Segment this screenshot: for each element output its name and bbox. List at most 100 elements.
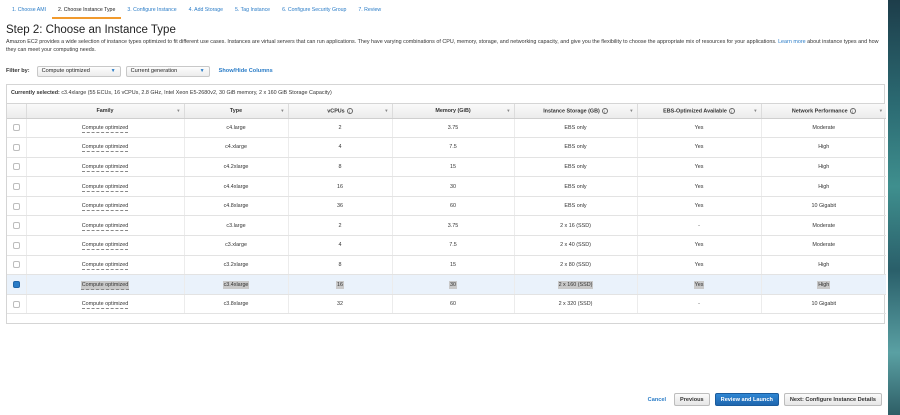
cell-memory: 3.75 bbox=[391, 215, 514, 237]
wizard-tab-choose-ami[interactable]: 1. Choose AMI bbox=[6, 4, 52, 17]
cell-family: Compute optimized bbox=[25, 157, 184, 178]
header-vcpus[interactable]: vCPUs i ▾ bbox=[287, 104, 392, 119]
wizard-tab-configure-security-group[interactable]: 6. Configure Security Group bbox=[276, 4, 352, 17]
memory-value: 7.5 bbox=[449, 242, 457, 249]
row-select-cell bbox=[7, 215, 26, 237]
network-value[interactable]: High bbox=[818, 262, 829, 268]
family-value[interactable]: Compute optimized bbox=[81, 261, 129, 270]
table-row[interactable]: Compute optimized c4.4xlarge 16 30 EBS only Y… bbox=[7, 176, 886, 197]
row-select-cell bbox=[7, 176, 26, 197]
filter-label: Filter by: bbox=[6, 68, 30, 74]
header-type[interactable]: Type ▾ bbox=[183, 104, 288, 119]
next-configure-instance-details-button[interactable]: Next: Configure Instance Details bbox=[783, 393, 882, 406]
table-row[interactable]: Compute optimized c3.4xlarge 16 30 2 x 160 (… bbox=[7, 274, 886, 295]
ebs-value: Yes bbox=[694, 124, 704, 131]
header-storage[interactable]: Instance Storage (GB) i ▾ bbox=[513, 104, 637, 119]
vcpus-value: 8 bbox=[338, 261, 342, 268]
network-value[interactable]: Moderate bbox=[812, 223, 835, 229]
show-hide-columns-link[interactable]: Show/Hide Columns bbox=[219, 68, 273, 74]
learn-more-link[interactable]: Learn more bbox=[778, 39, 806, 45]
memory-value: 15 bbox=[450, 261, 456, 268]
family-value[interactable]: Compute optimized bbox=[81, 203, 129, 212]
family-value[interactable]: Compute optimized bbox=[81, 242, 129, 251]
row-select-checkbox[interactable] bbox=[12, 163, 20, 171]
info-icon[interactable]: i bbox=[849, 107, 856, 114]
row-select-checkbox[interactable] bbox=[12, 202, 20, 210]
page-description: Amazon EC2 provides a wide selection of … bbox=[6, 38, 886, 54]
sort-icon: ▾ bbox=[507, 108, 510, 113]
header-memory[interactable]: Memory (GiB) ▾ bbox=[391, 104, 514, 119]
table-row[interactable]: Compute optimized c3.8xlarge 32 60 2 x 320 (… bbox=[7, 294, 886, 315]
row-select-checkbox[interactable] bbox=[12, 241, 20, 249]
chevron-down-icon: ▼ bbox=[110, 68, 116, 74]
table-row[interactable]: Compute optimized c3.large 2 3.75 2 x 16 (SS… bbox=[7, 215, 886, 237]
memory-value: 60 bbox=[450, 301, 456, 308]
family-value[interactable]: Compute optimized bbox=[81, 144, 129, 153]
type-value: c4.large bbox=[226, 124, 246, 131]
review-and-launch-button[interactable]: Review and Launch bbox=[714, 393, 779, 406]
cell-ebs: - bbox=[636, 294, 761, 315]
cell-memory: 7.5 bbox=[391, 235, 514, 256]
previous-button[interactable]: Previous bbox=[674, 393, 710, 406]
row-select-checkbox[interactable] bbox=[12, 261, 20, 269]
row-select-checkbox[interactable] bbox=[12, 124, 20, 132]
family-value[interactable]: Compute optimized bbox=[81, 124, 129, 133]
vcpus-value: 2 bbox=[338, 222, 342, 229]
table-row[interactable]: Compute optimized c4.2xlarge 8 15 EBS only Ye… bbox=[7, 157, 886, 178]
family-value[interactable]: Compute optimized bbox=[81, 183, 129, 192]
wizard-tab-configure-instance[interactable]: 3. Configure Instance bbox=[121, 4, 182, 17]
cell-storage: 2 x 80 (SSD) bbox=[513, 255, 637, 276]
type-value: c3.4xlarge bbox=[222, 280, 250, 289]
row-select-checkbox[interactable] bbox=[12, 300, 20, 308]
network-value[interactable]: High bbox=[818, 164, 829, 170]
info-icon[interactable]: i bbox=[728, 107, 735, 114]
generation-filter-select[interactable]: Current generation ▼ bbox=[125, 65, 210, 77]
wizard-tab-tag-instance[interactable]: 5. Tag Instance bbox=[229, 4, 276, 17]
wizard-tab-choose-instance-type[interactable]: 2. Choose Instance Type bbox=[52, 4, 122, 19]
wizard-tab-review[interactable]: 7. Review bbox=[352, 4, 387, 17]
cell-type: c3.xlarge bbox=[183, 235, 288, 256]
cell-ebs: Yes bbox=[636, 176, 761, 197]
cell-memory: 30 bbox=[391, 274, 514, 295]
memory-value: 15 bbox=[450, 163, 456, 170]
cell-storage: EBS only bbox=[513, 196, 637, 217]
table-row[interactable]: Compute optimized c4.large 2 3.75 EBS only Ye… bbox=[7, 118, 886, 139]
family-value[interactable]: Compute optimized bbox=[81, 301, 129, 310]
sort-icon: ▾ bbox=[630, 108, 633, 113]
ebs-value: Yes bbox=[693, 280, 705, 289]
network-value[interactable]: Moderate bbox=[812, 242, 835, 248]
wizard-tab-add-storage[interactable]: 4. Add Storage bbox=[183, 4, 229, 17]
family-value[interactable]: Compute optimized bbox=[81, 163, 129, 172]
network-value[interactable]: 10 Gigabit bbox=[811, 203, 836, 209]
header-storage-label: Instance Storage (GB) bbox=[543, 107, 600, 114]
generation-filter-value: Current generation bbox=[130, 68, 178, 74]
ebs-value: Yes bbox=[694, 163, 704, 170]
table-row[interactable]: Compute optimized c4.8xlarge 36 60 EBS only Y… bbox=[7, 196, 886, 217]
row-select-checkbox[interactable] bbox=[12, 281, 20, 289]
cell-vcpus: 2 bbox=[287, 118, 392, 139]
row-select-checkbox[interactable] bbox=[12, 222, 20, 230]
table-row[interactable]: Compute optimized c4.xlarge 4 7.5 EBS only Ye… bbox=[7, 137, 886, 158]
family-filter-select[interactable]: Compute optimized ▼ bbox=[36, 65, 121, 77]
network-value[interactable]: Moderate bbox=[812, 125, 835, 131]
network-value[interactable]: High bbox=[817, 280, 831, 289]
type-value: c4.8xlarge bbox=[223, 203, 249, 210]
info-icon[interactable]: i bbox=[601, 107, 608, 114]
table-row[interactable]: Compute optimized c3.xlarge 4 7.5 2 x 40 (SS… bbox=[7, 235, 886, 256]
family-value[interactable]: Compute optimized bbox=[80, 280, 130, 290]
header-network[interactable]: Network Performance i ▾ bbox=[760, 104, 886, 119]
header-network-label: Network Performance bbox=[791, 107, 848, 114]
desktop-background-edge bbox=[888, 0, 900, 415]
cancel-button[interactable]: Cancel bbox=[645, 393, 669, 406]
header-ebs[interactable]: EBS-Optimized Available i ▾ bbox=[636, 104, 761, 119]
header-select bbox=[7, 104, 26, 119]
family-value[interactable]: Compute optimized bbox=[81, 222, 129, 231]
network-value[interactable]: High bbox=[818, 144, 829, 150]
info-icon[interactable]: i bbox=[346, 107, 353, 114]
row-select-checkbox[interactable] bbox=[12, 183, 20, 191]
row-select-checkbox[interactable] bbox=[12, 143, 20, 151]
table-row[interactable]: Compute optimized c3.2xlarge 8 15 2 x 80 (SS… bbox=[7, 255, 886, 276]
header-family[interactable]: Family ▾ bbox=[25, 104, 184, 119]
network-value[interactable]: High bbox=[818, 184, 829, 190]
network-value[interactable]: 10 Gigabit bbox=[811, 301, 836, 307]
